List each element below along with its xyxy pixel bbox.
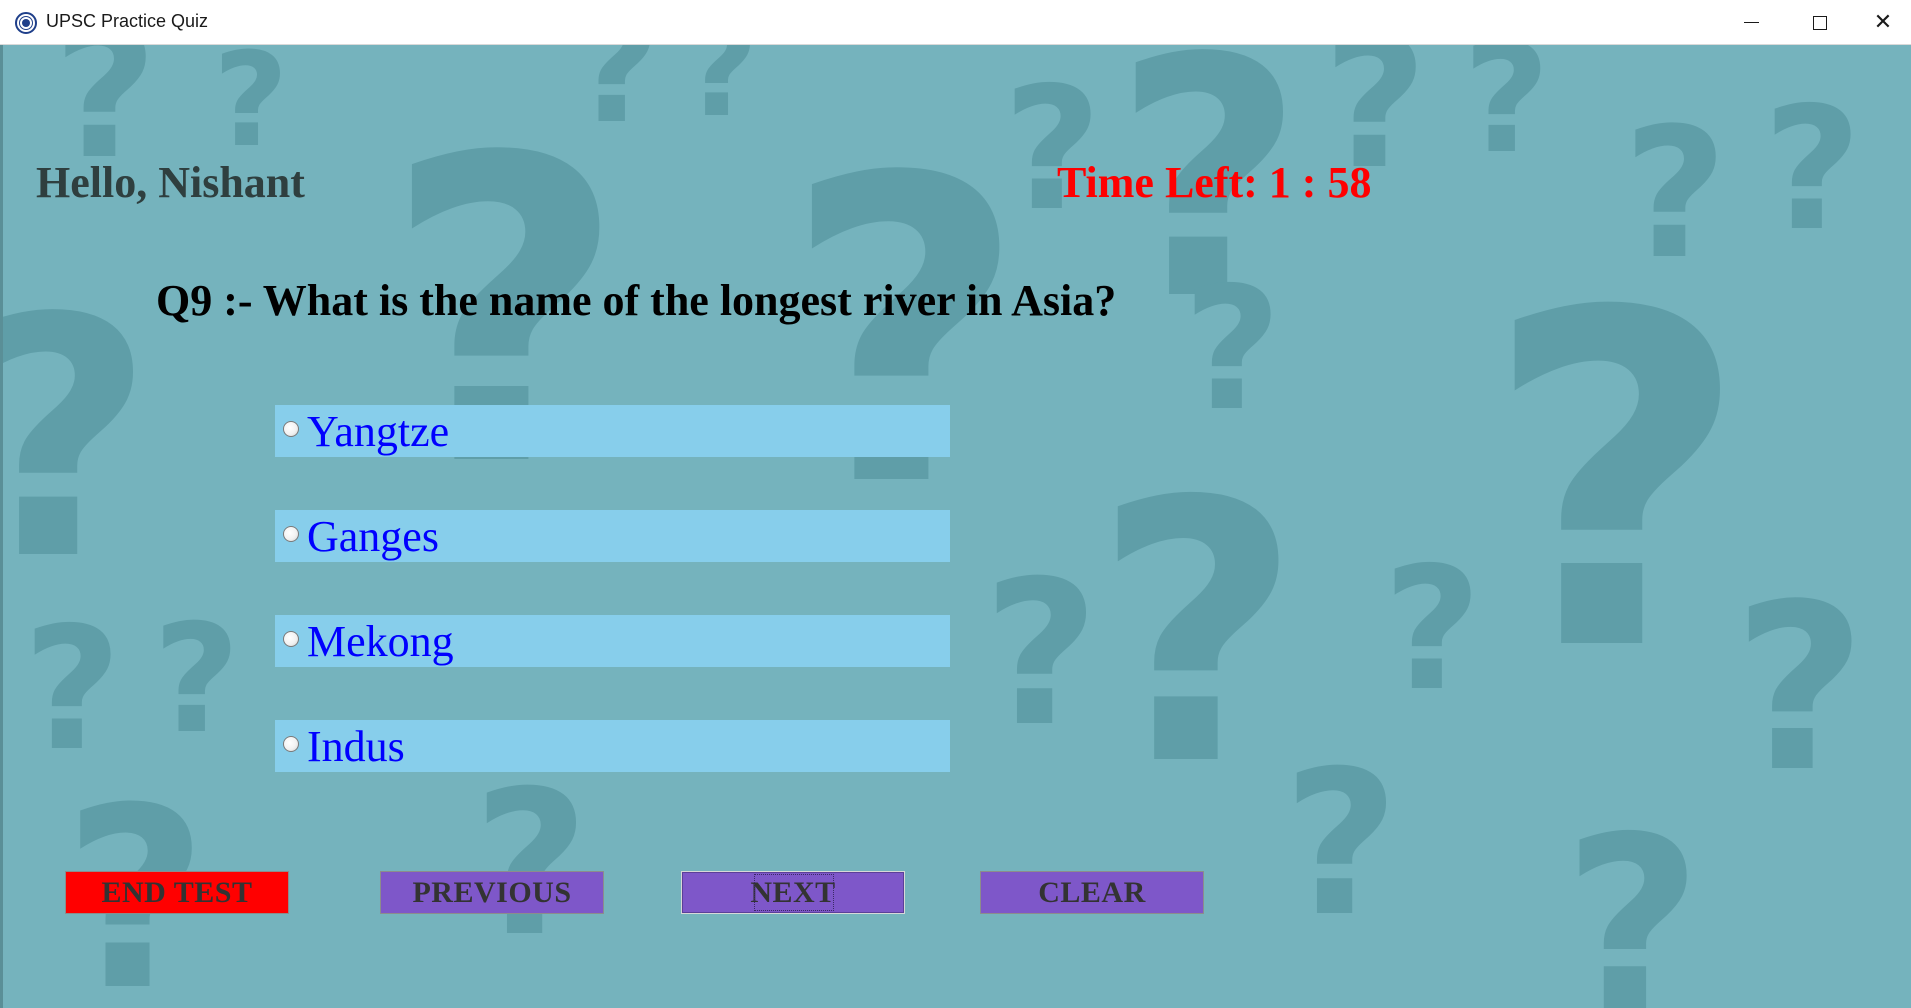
question-mark-pattern-icon: ?: [213, 45, 289, 176]
title-bar: UPSC Practice Quiz ✕: [0, 0, 1911, 45]
question-mark-pattern-icon: ?: [1763, 71, 1862, 269]
question-mark-pattern-icon: ?: [1003, 51, 1102, 249]
greeting-text: Hello, Nishant: [36, 158, 305, 207]
clear-button[interactable]: CLEAR: [980, 871, 1204, 914]
question-mark-pattern-icon: ?: [1183, 251, 1282, 449]
option-label[interactable]: Indus: [307, 722, 405, 772]
question-mark-pattern-icon: ?: [1093, 425, 1302, 844]
question-mark-pattern-icon: ?: [573, 45, 661, 157]
time-left-text: Time Left: 1 : 58: [1057, 158, 1372, 207]
option-indus[interactable]: Indus: [275, 720, 950, 772]
radio-button[interactable]: [283, 631, 299, 647]
question-mark-pattern-icon: ?: [1733, 556, 1867, 823]
close-button[interactable]: ✕: [1855, 0, 1911, 45]
question-mark-pattern-icon: ?: [1483, 217, 1750, 752]
question-mark-pattern-icon: ?: [23, 591, 122, 789]
question-mark-pattern-icon: ?: [1383, 531, 1482, 729]
question-mark-pattern-icon: ?: [473, 748, 590, 981]
previous-button[interactable]: PREVIOUS: [380, 871, 604, 914]
question-mark-pattern-icon: ?: [1563, 785, 1703, 1008]
close-icon: ✕: [1873, 9, 1893, 35]
question-mark-pattern-icon: ?: [783, 90, 1027, 579]
radio-button[interactable]: [283, 421, 299, 437]
question-mark-pattern-icon: ?: [153, 593, 241, 767]
question-mark-pattern-icon: ?: [1463, 45, 1551, 187]
maximize-button[interactable]: [1786, 0, 1854, 45]
option-ganges[interactable]: Ganges: [275, 510, 950, 562]
question-text: Q9 :- What is the name of the longest ri…: [156, 276, 1117, 325]
focus-indicator: [754, 874, 834, 911]
option-label[interactable]: Yangtze: [307, 407, 449, 457]
radio-button[interactable]: [283, 736, 299, 752]
window-title: UPSC Practice Quiz: [46, 11, 209, 31]
option-mekong[interactable]: Mekong: [275, 615, 950, 667]
option-label[interactable]: Mekong: [307, 617, 454, 667]
option-label[interactable]: Ganges: [307, 512, 439, 562]
app-logo-icon: [15, 12, 37, 34]
question-mark-pattern-icon: ?: [683, 45, 759, 146]
minimize-icon: [1743, 21, 1759, 24]
maximize-icon: [1813, 15, 1827, 30]
option-yangtze[interactable]: Yangtze: [275, 405, 950, 457]
question-mark-pattern-icon: ?: [1283, 728, 1400, 961]
question-mark-pattern-icon: ?: [983, 538, 1100, 771]
radio-button[interactable]: [283, 526, 299, 542]
question-mark-pattern-icon: ?: [3, 275, 154, 605]
minimize-button[interactable]: [1717, 0, 1785, 45]
question-mark-pattern-icon: ?: [1623, 90, 1728, 299]
end-test-button[interactable]: END TEST: [65, 871, 289, 914]
next-button[interactable]: NEXT: [681, 871, 905, 914]
quiz-window-client: ? ? ? ? ? ? ? ? ? ? ? ? ? ? ? ? ? ? ? ? …: [0, 45, 1911, 1008]
